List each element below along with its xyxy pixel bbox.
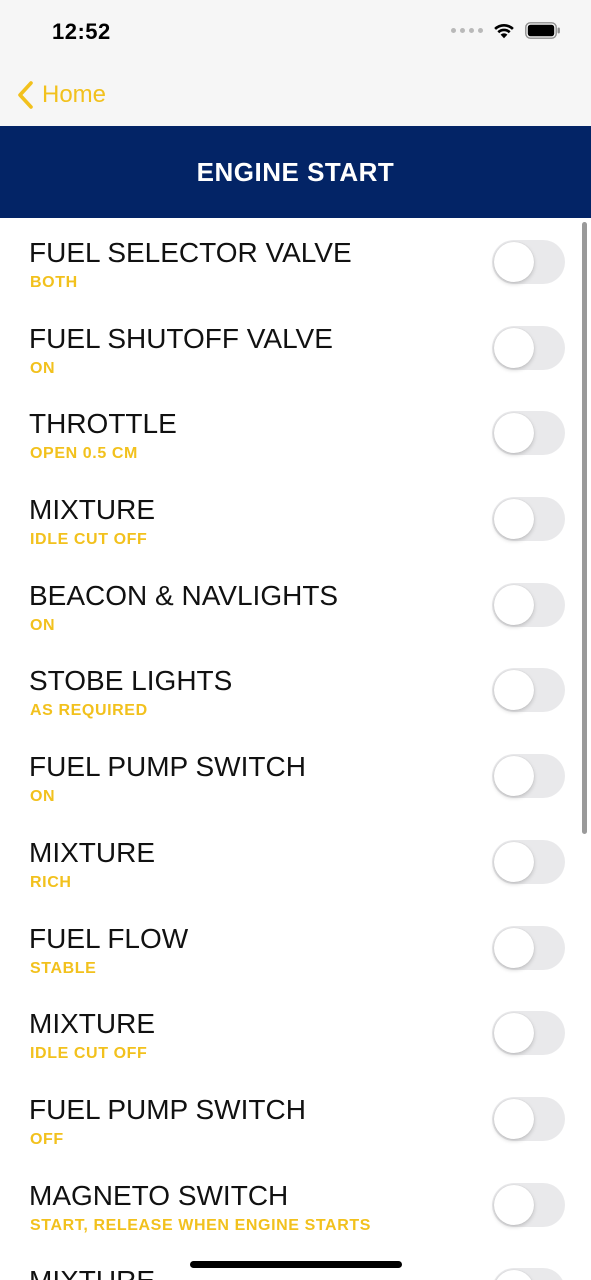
checklist-item: STOBE LIGHTS AS REQUIRED [0,646,591,732]
item-toggle[interactable] [492,754,565,799]
wifi-icon [494,23,514,39]
checklist-item: THROTTLE OPEN 0.5 CM [0,389,591,475]
checklist-item: FUEL SELECTOR VALVE BOTH [0,218,591,304]
item-title: BEACON & NAVLIGHTS [29,579,339,611]
item-toggle[interactable] [492,1011,565,1056]
battery-icon [525,22,560,39]
item-value: ON [30,359,56,377]
item-value: OFF [30,1130,64,1148]
item-toggle[interactable] [492,925,565,970]
item-title: MIXTURE [29,494,155,526]
checklist-item: FUEL PUMP SWITCH OFF [0,1075,591,1161]
toggle-knob [494,841,534,882]
toggle-knob [494,327,534,368]
item-title: FUEL PUMP SWITCH [29,751,306,783]
item-value: IDLE CUT OFF [30,1045,148,1063]
item-toggle[interactable] [492,497,565,542]
toggle-knob [494,1270,534,1280]
item-title: FUEL SELECTOR VALVE [29,237,352,268]
item-value: ON [30,616,56,634]
toggle-knob [494,242,534,282]
item-title: MIXTURE [29,1008,155,1040]
checklist[interactable]: FUEL SELECTOR VALVE BOTH FUEL SHUTOFF VA… [0,218,591,1280]
item-toggle[interactable] [492,411,565,456]
page-title: ENGINE START [196,156,395,187]
item-title: FUEL SHUTOFF VALVE [29,322,333,354]
item-toggle[interactable] [492,839,565,884]
checklist-item: MIXTURE IDLE CUT OFF [0,989,591,1075]
toggle-knob [494,670,534,711]
section-header: ENGINE START [0,126,591,218]
home-indicator[interactable] [190,1261,402,1268]
toggle-knob [494,756,534,797]
toggle-knob [494,1013,534,1054]
item-toggle[interactable] [492,325,565,370]
item-title: MIXTURE [29,836,155,868]
item-title: MIXTURE [29,1265,155,1280]
back-button[interactable]: Home [16,80,106,110]
status-time: 12:52 [52,19,111,44]
status-icons [451,22,561,39]
status-bar: 12:52 [0,0,591,64]
item-value: ON [30,788,56,806]
item-value: IDLE CUT OFF [30,531,148,549]
item-value: START, RELEASE WHEN ENGINE STARTS [30,1216,372,1234]
item-title: THROTTLE [29,408,177,440]
item-toggle[interactable] [492,1268,565,1280]
item-value: OPEN 0.5 CM [30,445,138,463]
checklist-item: MIXTURE IDLE CUT OFF [0,475,591,561]
item-value: BOTH [30,274,78,291]
scrollbar[interactable] [582,222,587,834]
toggle-knob [494,927,534,968]
toggle-knob [494,1098,534,1139]
item-toggle[interactable] [492,1182,565,1227]
toggle-knob [494,1184,534,1225]
item-title: STOBE LIGHTS [29,665,233,697]
item-toggle[interactable] [492,582,565,627]
checklist-item: FUEL PUMP SWITCH ON [0,732,591,818]
cellular-signal-icon [451,28,483,33]
checklist-item: MIXTURE RICH [0,818,591,904]
toggle-knob [494,584,534,625]
chevron-left-icon [18,81,33,109]
checklist-item: FUEL FLOW STABLE [0,904,591,990]
item-value: RICH [30,873,72,891]
checklist-item: FUEL SHUTOFF VALVE ON [0,304,591,390]
checklist-item: MAGNETO SWITCH START, RELEASE WHEN ENGIN… [0,1161,591,1247]
item-title: MAGNETO SWITCH [29,1179,289,1211]
toggle-knob [494,413,534,454]
checklist-item: BEACON & NAVLIGHTS ON [0,561,591,647]
toggle-knob [494,499,534,540]
item-title: FUEL PUMP SWITCH [29,1093,306,1125]
item-toggle[interactable] [492,1096,565,1141]
item-toggle[interactable] [492,240,565,284]
navigation-bar: Home [0,64,591,126]
item-value: STABLE [30,959,97,977]
item-toggle[interactable] [492,668,565,713]
item-title: FUEL FLOW [29,922,189,954]
item-value: AS REQUIRED [30,702,148,720]
back-label: Home [42,81,107,108]
